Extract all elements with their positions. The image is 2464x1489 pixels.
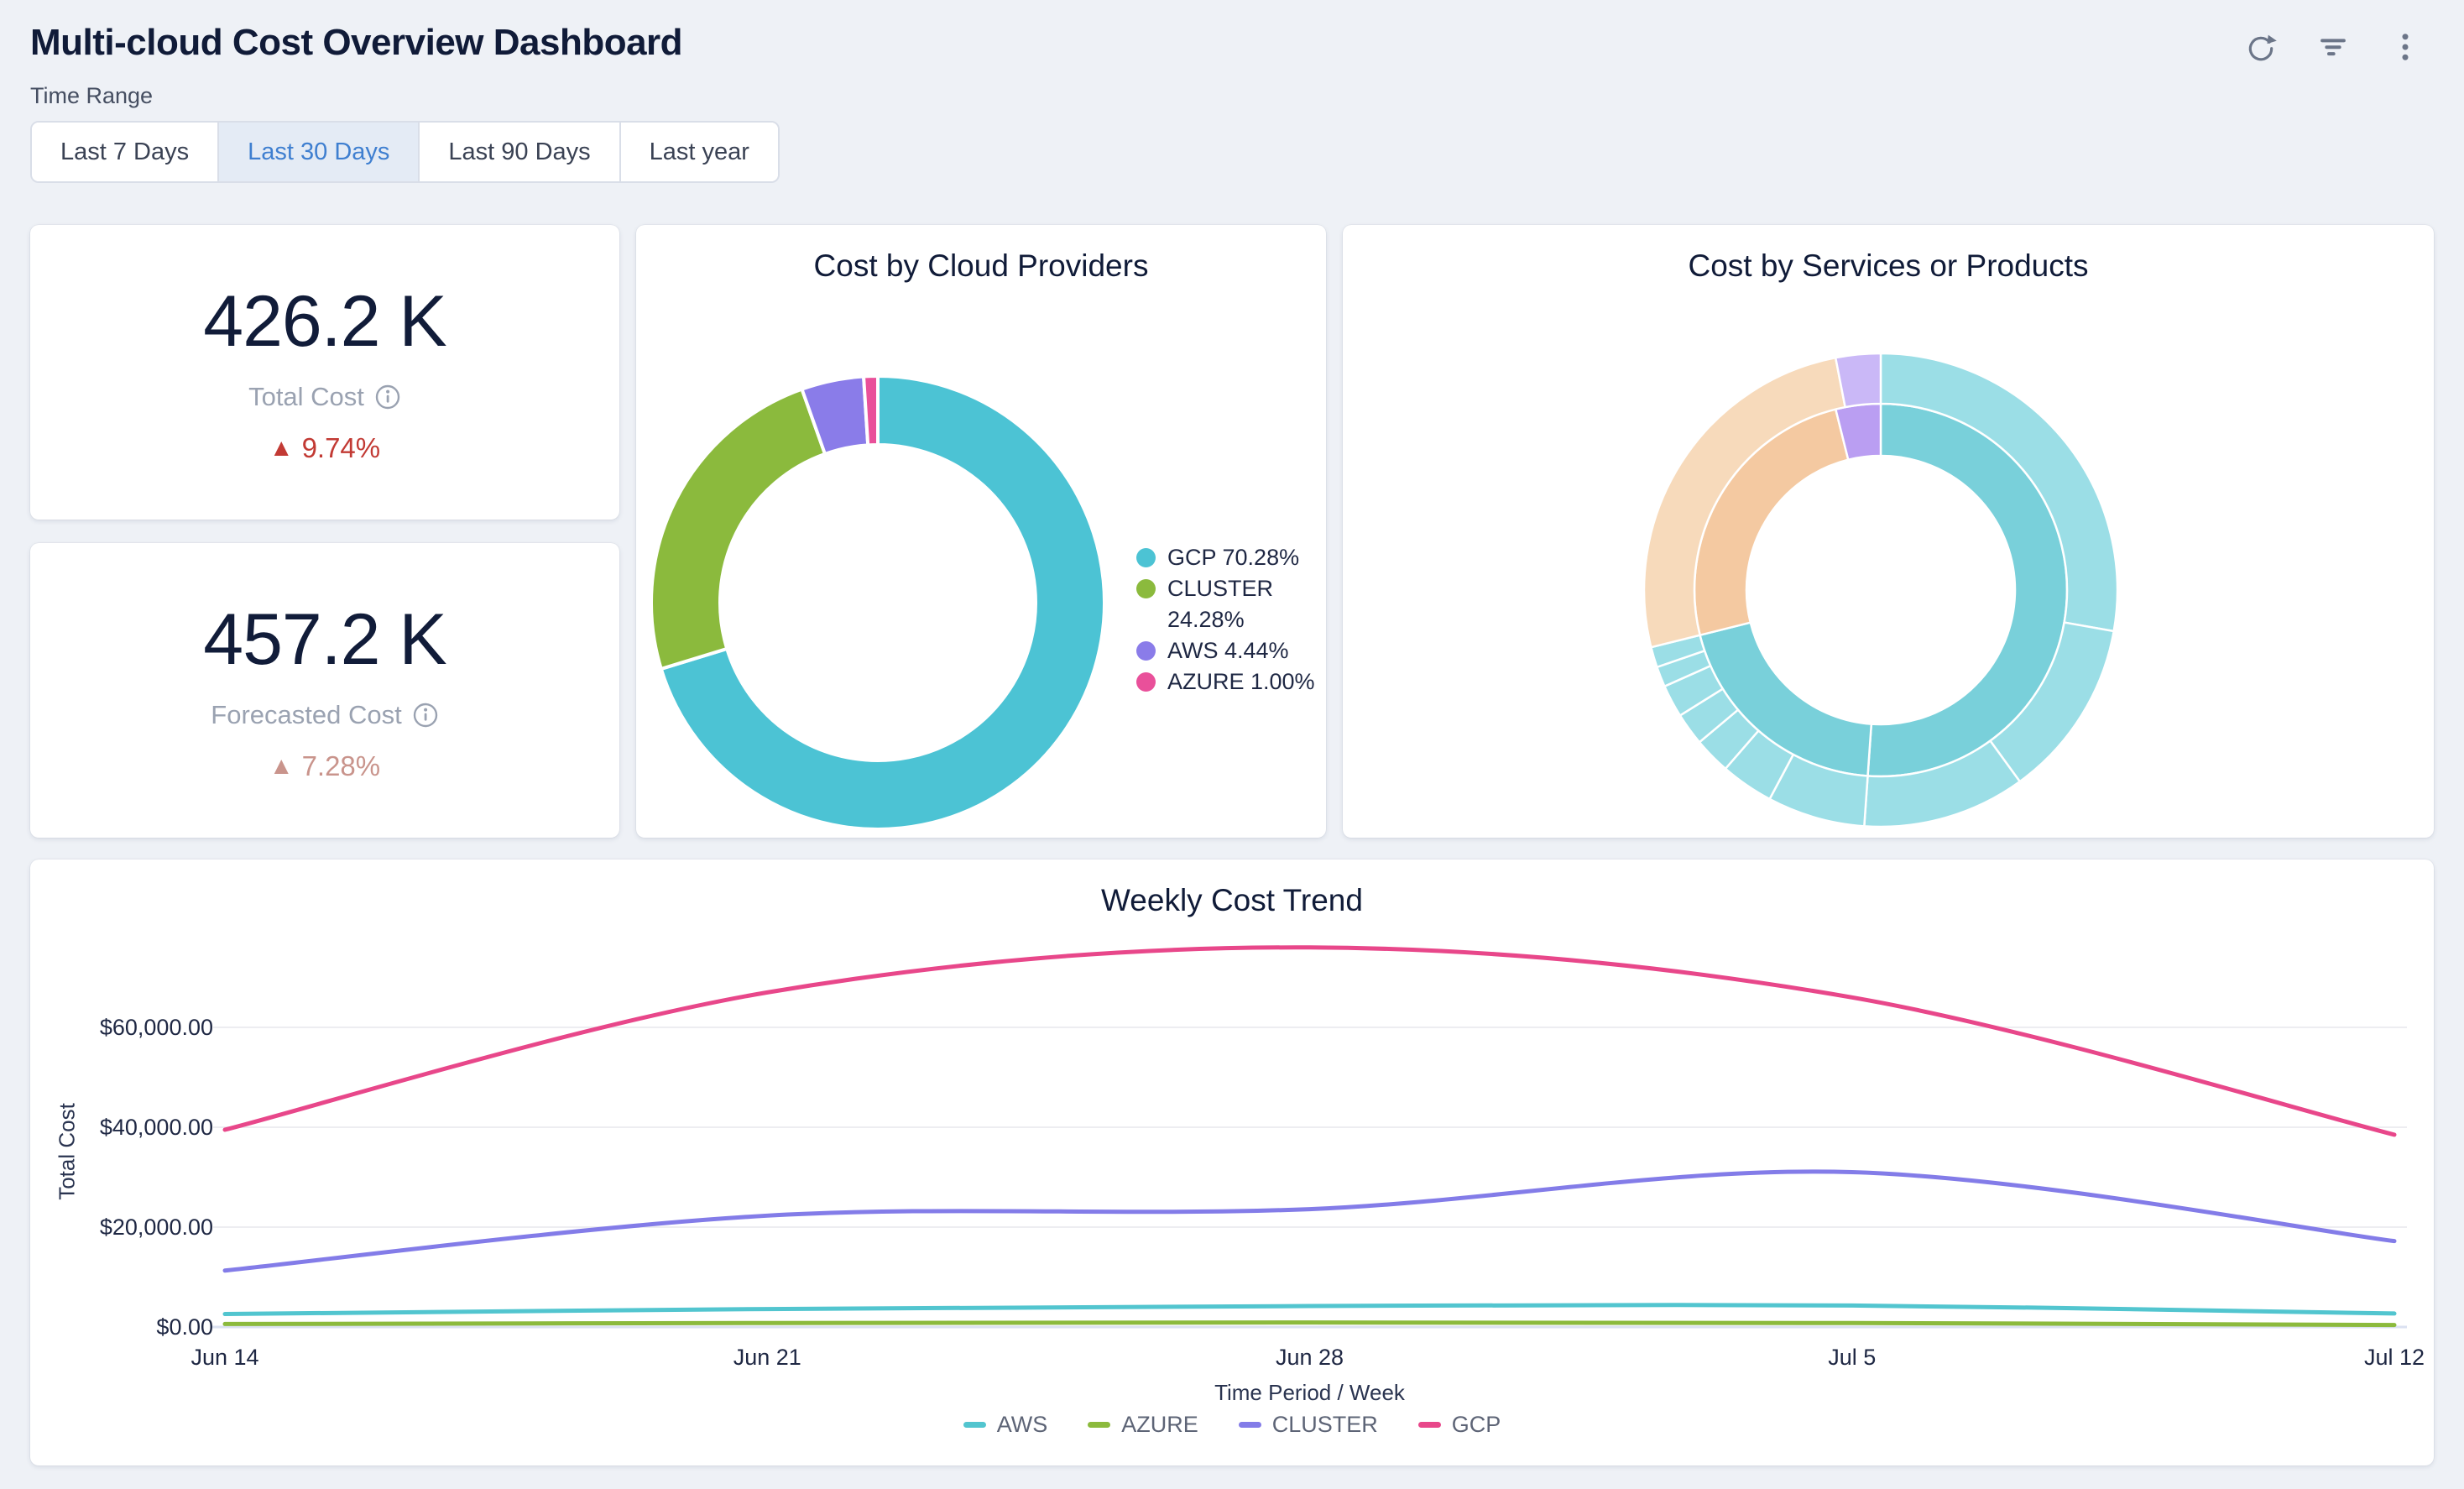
legend-item-cluster[interactable]: CLUSTER 24.28% (1136, 573, 1321, 635)
trend-legend-marker (1239, 1422, 1261, 1428)
trend-legend-label: GCP (1452, 1412, 1501, 1438)
legend-dot (1136, 672, 1156, 692)
trend-line-gcp[interactable] (225, 948, 2394, 1135)
total-cost-label: Total Cost (248, 382, 364, 412)
kebab-menu-icon (2388, 29, 2423, 65)
time-range-option-last-7-days[interactable]: Last 7 Days (32, 123, 219, 181)
filter-button[interactable] (2311, 25, 2355, 69)
time-range-option-last-30-days[interactable]: Last 30 Days (219, 123, 420, 181)
legend-item-aws[interactable]: AWS 4.44% (1136, 635, 1321, 666)
legend-dot (1136, 579, 1156, 598)
trend-legend-item-cluster[interactable]: CLUSTER (1239, 1412, 1378, 1438)
header: Multi-cloud Cost Overview Dashboard (0, 0, 2464, 65)
legend-dot (1136, 641, 1156, 661)
trend-legend-item-azure[interactable]: AZURE (1088, 1412, 1198, 1438)
info-icon[interactable] (374, 384, 401, 410)
trend-legend-item-aws[interactable]: AWS (963, 1412, 1048, 1438)
forecasted-cost-value: 457.2 K (203, 598, 446, 682)
x-tick-label: Jun 21 (733, 1345, 801, 1371)
legend-dot (1136, 548, 1156, 567)
time-range-label: Time Range (30, 84, 2434, 107)
x-tick-label: Jul 5 (1828, 1345, 1876, 1371)
x-axis-title: Time Period / Week (225, 1380, 2394, 1406)
donut-slice-cluster[interactable] (651, 389, 825, 669)
refresh-icon (2243, 29, 2279, 65)
y-tick-label: $20,000.00 (30, 1214, 213, 1241)
filter-icon (2315, 29, 2351, 65)
delta-up-icon: ▲ (269, 435, 294, 462)
trend-legend-label: AZURE (1121, 1412, 1198, 1438)
cost-by-services-card: Cost by Services or Products (1343, 225, 2434, 838)
time-range-section: Time Range Last 7 DaysLast 30 DaysLast 9… (0, 65, 2464, 183)
legend-label: AZURE 1.00% (1167, 666, 1315, 697)
refresh-button[interactable] (2239, 25, 2283, 69)
x-tick-label: Jul 12 (2364, 1345, 2425, 1371)
time-range-option-last-90-days[interactable]: Last 90 Days (420, 123, 620, 181)
x-tick-label: Jun 28 (1276, 1345, 1344, 1371)
legend-label: CLUSTER 24.28% (1167, 573, 1321, 635)
trend-line-azure[interactable] (225, 1323, 2394, 1325)
total-cost-value: 426.2 K (203, 280, 446, 363)
forecasted-cost-card: 457.2 K Forecasted Cost ▲ 7.28% (30, 543, 619, 838)
y-tick-label: $60,000.00 (30, 1014, 213, 1041)
delta-up-icon: ▲ (269, 753, 294, 781)
cards-row: 426.2 K Total Cost ▲ 9.74% 457.2 K (0, 183, 2464, 838)
time-range-selector: Last 7 DaysLast 30 DaysLast 90 DaysLast … (30, 121, 780, 183)
y-axis-title: Total Cost (55, 1103, 81, 1200)
more-options-button[interactable] (2383, 25, 2427, 69)
legend-item-gcp[interactable]: GCP 70.28% (1136, 542, 1321, 573)
total-cost-card: 426.2 K Total Cost ▲ 9.74% (30, 225, 619, 520)
x-tick-label: Jun 14 (191, 1345, 258, 1371)
weekly-trend-line-chart[interactable] (30, 859, 2434, 1465)
trend-legend-label: CLUSTER (1272, 1412, 1378, 1438)
total-cost-delta: ▲ 9.74% (269, 432, 380, 464)
legend-item-azure[interactable]: AZURE 1.00% (1136, 666, 1321, 697)
trend-legend-marker (1418, 1422, 1441, 1428)
providers-donut-chart[interactable] (636, 225, 1326, 838)
providers-legend: GCP 70.28%CLUSTER 24.28%AWS 4.44%AZURE 1… (1136, 542, 1321, 697)
forecasted-cost-label: Forecasted Cost (211, 700, 401, 730)
trend-legend-marker (963, 1422, 986, 1428)
trend-legend: AWS AZURE CLUSTER GCP (30, 1412, 2434, 1438)
trend-legend-label: AWS (997, 1412, 1048, 1438)
info-icon[interactable] (412, 702, 439, 729)
legend-label: GCP 70.28% (1167, 542, 1299, 573)
cost-by-cloud-providers-card: Cost by Cloud Providers GCP 70.28%CLUSTE… (636, 225, 1326, 838)
kpi-column: 426.2 K Total Cost ▲ 9.74% 457.2 K (30, 225, 619, 838)
dashboard: Multi-cloud Cost Overview Dashboard (0, 0, 2464, 1489)
page-title: Multi-cloud Cost Overview Dashboard (30, 20, 682, 65)
trend-legend-marker (1088, 1422, 1110, 1428)
header-actions (2239, 20, 2427, 69)
services-sunburst-chart[interactable] (1343, 225, 2434, 838)
y-tick-label: $0.00 (30, 1314, 213, 1340)
time-range-option-last-year[interactable]: Last year (621, 123, 778, 181)
weekly-cost-trend-card: Weekly Cost Trend $0.00$20,000.00$40,000… (30, 859, 2434, 1465)
trend-line-aws[interactable] (225, 1305, 2394, 1314)
forecasted-cost-delta: ▲ 7.28% (269, 750, 380, 782)
trend-legend-item-gcp[interactable]: GCP (1418, 1412, 1501, 1438)
legend-label: AWS 4.44% (1167, 635, 1289, 666)
trend-line-cluster[interactable] (225, 1172, 2394, 1271)
donut-slice-azure[interactable] (864, 376, 878, 445)
